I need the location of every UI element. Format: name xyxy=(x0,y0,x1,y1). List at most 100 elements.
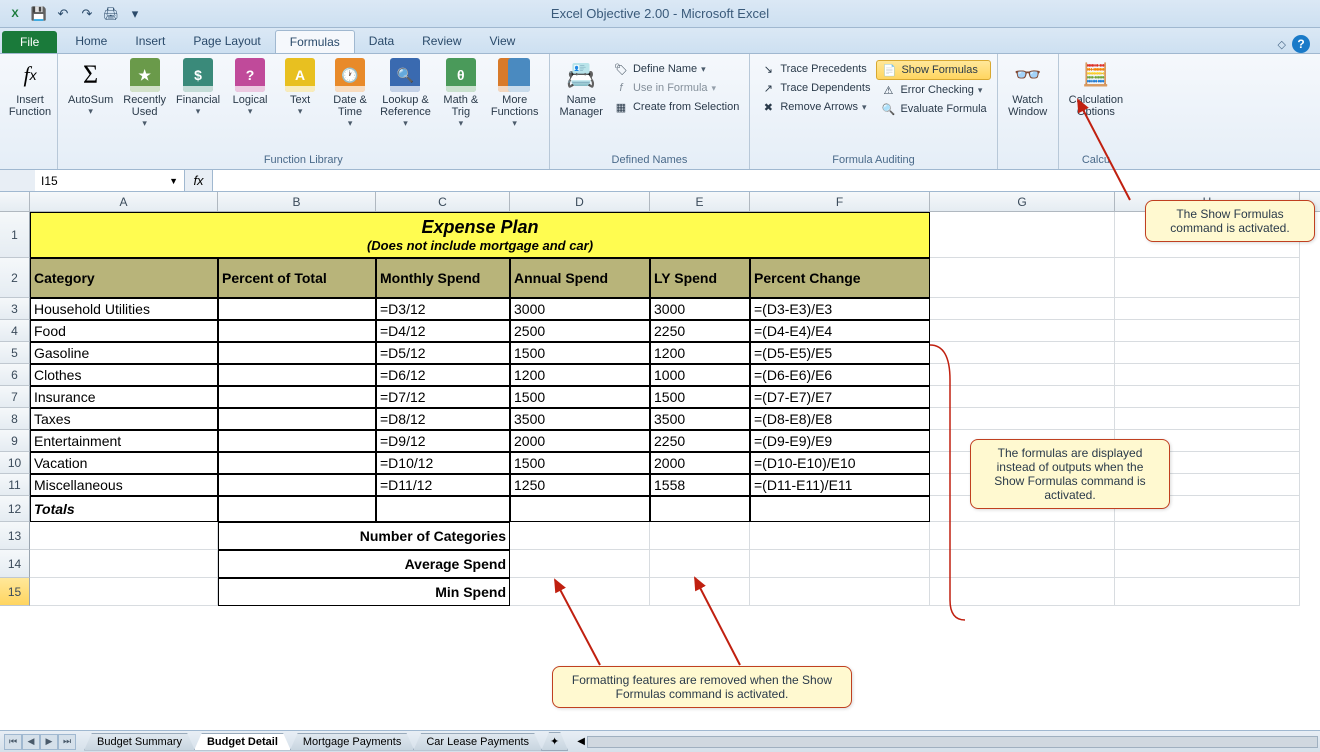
cell-F11[interactable]: =(D11-E11)/E11 xyxy=(750,474,930,496)
sheet-nav-last[interactable]: ⏭ xyxy=(58,734,76,750)
cell-D3[interactable]: 3000 xyxy=(510,298,650,320)
minimize-ribbon-icon[interactable]: ◇ xyxy=(1278,38,1286,51)
cell-A15[interactable] xyxy=(30,578,218,606)
cell-C4[interactable]: =D4/12 xyxy=(376,320,510,342)
cell-D8[interactable]: 3500 xyxy=(510,408,650,430)
cell-D11[interactable]: 1250 xyxy=(510,474,650,496)
cell-E11[interactable]: 1558 xyxy=(650,474,750,496)
calculation-options-button[interactable]: 🧮Calculation Options xyxy=(1065,56,1127,120)
tab-data[interactable]: Data xyxy=(355,30,408,53)
cell-E7[interactable]: 1500 xyxy=(650,386,750,408)
row-header-5[interactable]: 5 xyxy=(0,342,30,364)
cell-B8[interactable] xyxy=(218,408,376,430)
cell-B3[interactable] xyxy=(218,298,376,320)
cell-B11[interactable] xyxy=(218,474,376,496)
cell-G14[interactable] xyxy=(930,550,1115,578)
cell-A6[interactable]: Clothes xyxy=(30,364,218,386)
row-header-12[interactable]: 12 xyxy=(0,496,30,522)
lookup-reference-button[interactable]: 🔍Lookup & Reference xyxy=(376,56,435,131)
chevron-down-icon[interactable]: ▼ xyxy=(169,176,178,186)
cell-F8[interactable]: =(D8-E8)/E8 xyxy=(750,408,930,430)
cell-E10[interactable]: 2000 xyxy=(650,452,750,474)
sheet-nav-prev[interactable]: ◀ xyxy=(22,734,40,750)
cell-C6[interactable]: =D6/12 xyxy=(376,364,510,386)
cell-E14[interactable] xyxy=(650,550,750,578)
watch-window-button[interactable]: 👓Watch Window xyxy=(1004,56,1052,120)
sheet-tab-budget-detail[interactable]: Budget Detail xyxy=(194,733,291,751)
cell-E8[interactable]: 3500 xyxy=(650,408,750,430)
cell-E12[interactable] xyxy=(650,496,750,522)
tab-page-layout[interactable]: Page Layout xyxy=(179,30,274,53)
recently-used-button[interactable]: ★Recently Used xyxy=(119,56,170,131)
cell-A13[interactable] xyxy=(30,522,218,550)
date-time-button[interactable]: 🕐Date & Time xyxy=(326,56,374,131)
sheet-tab-mortgage-payments[interactable]: Mortgage Payments xyxy=(290,733,414,751)
scroll-left-icon[interactable]: ◀ xyxy=(577,736,585,747)
trace-precedents-button[interactable]: ↘Trace Precedents xyxy=(756,60,874,78)
error-checking-button[interactable]: ⚠Error Checking xyxy=(876,81,990,99)
sheet-tab-budget-summary[interactable]: Budget Summary xyxy=(84,733,195,751)
row-header-11[interactable]: 11 xyxy=(0,474,30,496)
cell-E6[interactable]: 1000 xyxy=(650,364,750,386)
show-formulas-button[interactable]: 📄Show Formulas xyxy=(876,60,990,80)
cell-H13[interactable] xyxy=(1115,522,1300,550)
cell-E13[interactable] xyxy=(650,522,750,550)
cell-E15[interactable] xyxy=(650,578,750,606)
tab-insert[interactable]: Insert xyxy=(121,30,179,53)
select-all-corner[interactable] xyxy=(0,192,30,211)
cell-F3[interactable]: =(D3-E3)/E3 xyxy=(750,298,930,320)
cell-C7[interactable]: =D7/12 xyxy=(376,386,510,408)
print-icon[interactable]: 🖨 xyxy=(100,3,122,25)
header-cell[interactable]: Annual Spend xyxy=(510,258,650,298)
cell-F7[interactable]: =(D7-E7)/E7 xyxy=(750,386,930,408)
cell-H6[interactable] xyxy=(1115,364,1300,386)
text-button[interactable]: AText xyxy=(276,56,324,119)
cell-D4[interactable]: 2500 xyxy=(510,320,650,342)
cell-B12[interactable] xyxy=(218,496,376,522)
name-manager-button[interactable]: 📇Name Manager xyxy=(556,56,607,120)
undo-icon[interactable]: ↶ xyxy=(52,3,74,25)
cell-G15[interactable] xyxy=(930,578,1115,606)
use-in-formula-button[interactable]: fUse in Formula xyxy=(609,79,743,97)
cell-C12[interactable] xyxy=(376,496,510,522)
cell-C10[interactable]: =D10/12 xyxy=(376,452,510,474)
cell-F9[interactable]: =(D9-E9)/E9 xyxy=(750,430,930,452)
sheet-tab-car-lease-payments[interactable]: Car Lease Payments xyxy=(413,733,542,751)
evaluate-formula-button[interactable]: 🔍Evaluate Formula xyxy=(876,100,990,118)
new-sheet-tab[interactable]: ✦ xyxy=(541,732,568,751)
tab-review[interactable]: Review xyxy=(408,30,475,53)
row-header-9[interactable]: 9 xyxy=(0,430,30,452)
row-header-15[interactable]: 15 xyxy=(0,578,30,606)
cell-H15[interactable] xyxy=(1115,578,1300,606)
cell-B6[interactable] xyxy=(218,364,376,386)
column-header-G[interactable]: G xyxy=(930,192,1115,211)
cell-B5[interactable] xyxy=(218,342,376,364)
cell-H3[interactable] xyxy=(1115,298,1300,320)
redo-icon[interactable]: ↷ xyxy=(76,3,98,25)
cell-C8[interactable]: =D8/12 xyxy=(376,408,510,430)
fx-button[interactable]: fx xyxy=(185,170,213,191)
name-box[interactable]: I15▼ xyxy=(35,170,185,191)
row-header-13[interactable]: 13 xyxy=(0,522,30,550)
cell-F5[interactable]: =(D5-E5)/E5 xyxy=(750,342,930,364)
title-cell[interactable]: Expense Plan(Does not include mortgage a… xyxy=(30,212,930,258)
cell-G13[interactable] xyxy=(930,522,1115,550)
cell-B4[interactable] xyxy=(218,320,376,342)
cell-G1[interactable] xyxy=(930,212,1115,258)
column-header-E[interactable]: E xyxy=(650,192,750,211)
cell-F13[interactable] xyxy=(750,522,930,550)
more-functions-button[interactable]: More Functions xyxy=(487,56,543,131)
header-cell[interactable]: Percent of Total xyxy=(218,258,376,298)
cell-F6[interactable]: =(D6-E6)/E6 xyxy=(750,364,930,386)
cell-H2[interactable] xyxy=(1115,258,1300,298)
row-header-8[interactable]: 8 xyxy=(0,408,30,430)
cell-G3[interactable] xyxy=(930,298,1115,320)
cell-D13[interactable] xyxy=(510,522,650,550)
column-header-B[interactable]: B xyxy=(218,192,376,211)
cell-B9[interactable] xyxy=(218,430,376,452)
trace-dependents-button[interactable]: ↗Trace Dependents xyxy=(756,79,874,97)
tab-view[interactable]: View xyxy=(476,30,530,53)
column-header-C[interactable]: C xyxy=(376,192,510,211)
row-header-3[interactable]: 3 xyxy=(0,298,30,320)
cell-H5[interactable] xyxy=(1115,342,1300,364)
